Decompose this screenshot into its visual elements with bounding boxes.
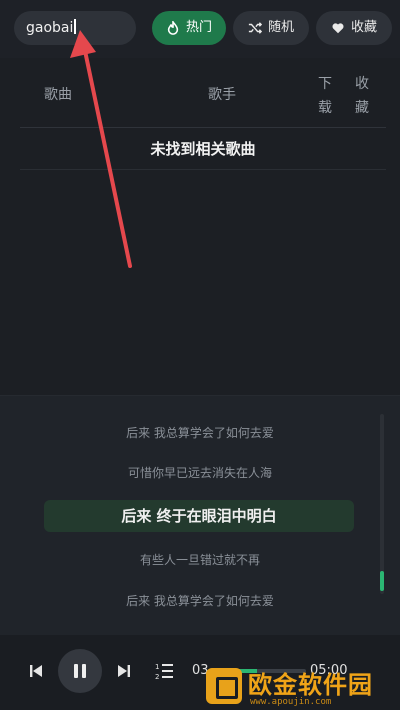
tab-favorites-label: 收藏 — [350, 20, 377, 35]
playlist-button[interactable]: 1 2 — [152, 659, 176, 683]
svg-text:1: 1 — [155, 663, 159, 671]
empty-results-message: 未找到相关歌曲 — [150, 140, 256, 158]
lyric-line: 可惜你早已远去消失在人海 — [127, 466, 272, 480]
skip-previous-icon — [30, 665, 42, 677]
divider — [20, 169, 386, 170]
column-header-song: 歌曲 — [44, 87, 72, 103]
column-header-favorite: 收藏 — [355, 76, 369, 116]
watermark-text: 欧金软件园 — [248, 671, 373, 699]
lyric-line: 后来 我总算学会了如何去爱 — [126, 594, 274, 608]
column-header-download: 下载 — [318, 76, 332, 116]
heart-icon — [332, 23, 344, 34]
lyric-line-current: 后来 终于在眼泪中明白 — [44, 500, 354, 532]
watermark-icon — [206, 668, 242, 704]
lyrics-scrollbar[interactable] — [380, 414, 384, 594]
search-input-value: gaobai — [26, 20, 74, 36]
search-input[interactable]: gaobai — [14, 11, 136, 45]
watermark-url: www.apoujin.com — [250, 697, 332, 707]
pause-icon — [74, 664, 86, 678]
playlist-icon: 1 2 — [155, 663, 173, 681]
lyric-line: 有些人一旦错过就不再 — [139, 553, 260, 567]
previous-button[interactable] — [26, 661, 46, 681]
lyrics-scrollbar-thumb[interactable] — [380, 571, 384, 591]
tab-random-label: 随机 — [267, 20, 294, 35]
play-pause-button[interactable] — [58, 649, 102, 693]
tab-hot[interactable]: 热门 — [152, 11, 226, 45]
text-caret — [74, 19, 77, 34]
column-header-singer: 歌手 — [208, 87, 236, 103]
shuffle-icon — [248, 22, 262, 34]
next-button[interactable] — [114, 661, 134, 681]
lyrics-panel: 后来 我总算学会了如何去爱 可惜你早已远去消失在人海 后来 终于在眼泪中明白 有… — [0, 395, 400, 636]
watermark-logo: 欧金软件园 www.apoujin.com — [200, 665, 400, 710]
skip-next-icon — [118, 665, 130, 677]
divider — [20, 127, 386, 128]
lyric-line: 后来 我总算学会了如何去爱 — [126, 426, 274, 440]
flame-icon — [167, 21, 179, 35]
tab-hot-label: 热门 — [185, 20, 212, 35]
tab-random[interactable]: 随机 — [233, 11, 309, 45]
svg-text:2: 2 — [155, 673, 159, 681]
tab-favorites[interactable]: 收藏 — [316, 11, 392, 45]
